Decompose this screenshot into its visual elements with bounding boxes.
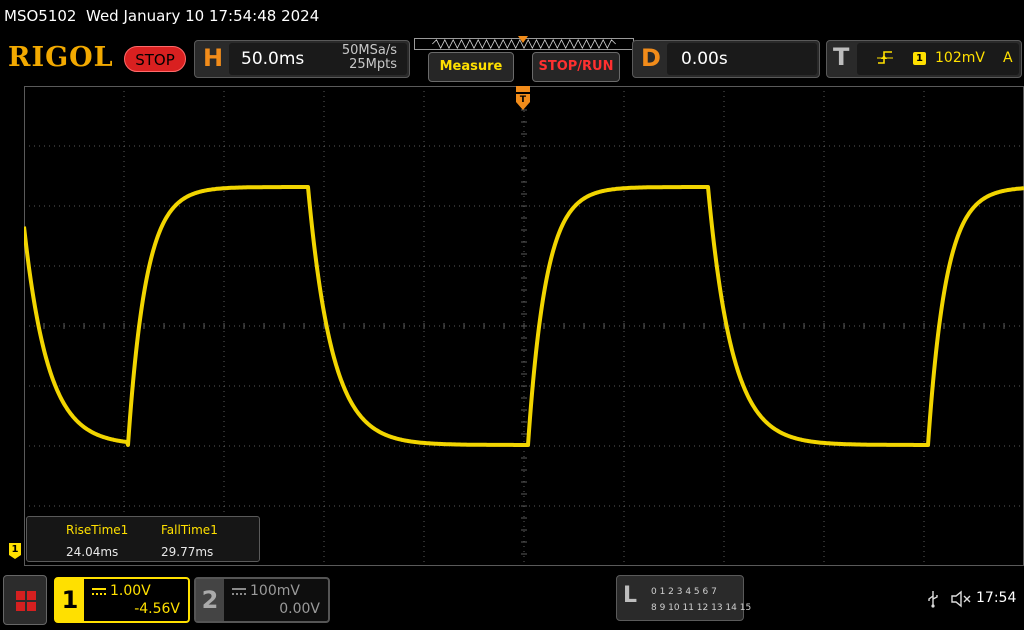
sample-info: 50MSa/s 25Mpts [342,44,397,72]
horizontal-panel[interactable]: H 50.0ms 50MSa/s 25Mpts [194,40,410,78]
dc-coupling-icon [232,588,246,596]
waveform-display[interactable] [24,86,1024,566]
measure-rise-value: 24.04ms [66,545,119,559]
memory-depth: 25Mpts [349,57,397,72]
dc-coupling-icon [92,588,106,596]
horizontal-letter: H [203,44,224,72]
logic-analyzer-panel[interactable]: L 0 1 2 3 4 5 6 7 8 9 10 11 12 13 14 15 [616,575,751,621]
channel-2-offset: 0.00V [279,601,320,617]
channel-2-scale: 100mV [250,583,300,599]
delay-box: 0.00s [667,43,817,75]
trigger-box: 1 102mV A [857,43,1019,75]
delay-value: 0.00s [681,49,728,69]
run-state-badge[interactable]: STOP [124,46,186,72]
trigger-mode: A [1003,50,1013,66]
trigger-source-badge: 1 [913,52,926,65]
model-name: MSO5102 [4,7,77,25]
channel-1-number: 1 [56,579,84,621]
grid-menu-icon [16,591,36,611]
measure-fall-name: FallTime1 [161,523,218,537]
sample-rate: 50MSa/s [341,43,397,58]
trigger-position-pointer-icon [518,36,528,43]
ch1-ground-marker-icon[interactable]: 1 [9,543,21,559]
delay-letter: D [641,44,661,72]
svg-text:T: T [520,95,527,105]
home-menu-button[interactable] [3,575,47,625]
channel-2-panel[interactable]: 2 100mV 0.00V [194,577,330,623]
measure-button[interactable]: Measure [428,52,514,82]
top-toolbar: RIGOL STOP H 50.0ms 50MSa/s 25Mpts Measu… [0,34,1024,84]
logic-channels-row-2: 8 9 10 11 12 13 14 15 [651,603,752,613]
horizontal-box: 50.0ms 50MSa/s 25Mpts [229,43,407,75]
trigger-letter: T [833,43,850,71]
measurement-panel[interactable]: RiseTime1 24.04ms FallTime1 29.77ms [26,516,260,562]
channel-1-offset: -4.56V [134,601,180,617]
title-bar: MSO5102 Wed January 10 17:54:48 2024 [0,0,1024,34]
clock-time: 17:54 [976,590,1017,606]
speaker-muted-icon[interactable] [950,590,972,608]
rising-edge-icon [877,51,893,64]
logic-channels-row-1: 0 1 2 3 4 5 6 7 [651,587,717,597]
channel-1-panel[interactable]: 1 1.00V -4.56V [54,577,190,623]
datetime-label: Wed January 10 17:54:48 2024 [86,7,320,25]
usb-icon [928,591,938,608]
trigger-position-marker-icon: T [516,86,530,110]
measure-rise-name: RiseTime1 [66,523,129,537]
channel-2-number: 2 [196,579,224,621]
bottom-bar: 1 1.00V -4.56V 2 100mV 0.00V L 0 1 2 3 4… [0,570,1024,630]
rigol-logo: RIGOL [8,42,114,73]
channel-1-scale: 1.00V [110,583,151,599]
trigger-panel[interactable]: T 1 102mV A [826,40,1022,78]
logic-analyzer-letter: L [623,583,638,608]
delay-panel[interactable]: D 0.00s [632,40,820,78]
measure-fall-value: 29.77ms [161,545,214,559]
trigger-level: 102mV [935,50,985,66]
timebase-value: 50.0ms [241,49,305,69]
stop-run-button[interactable]: STOP/RUN [532,52,620,82]
